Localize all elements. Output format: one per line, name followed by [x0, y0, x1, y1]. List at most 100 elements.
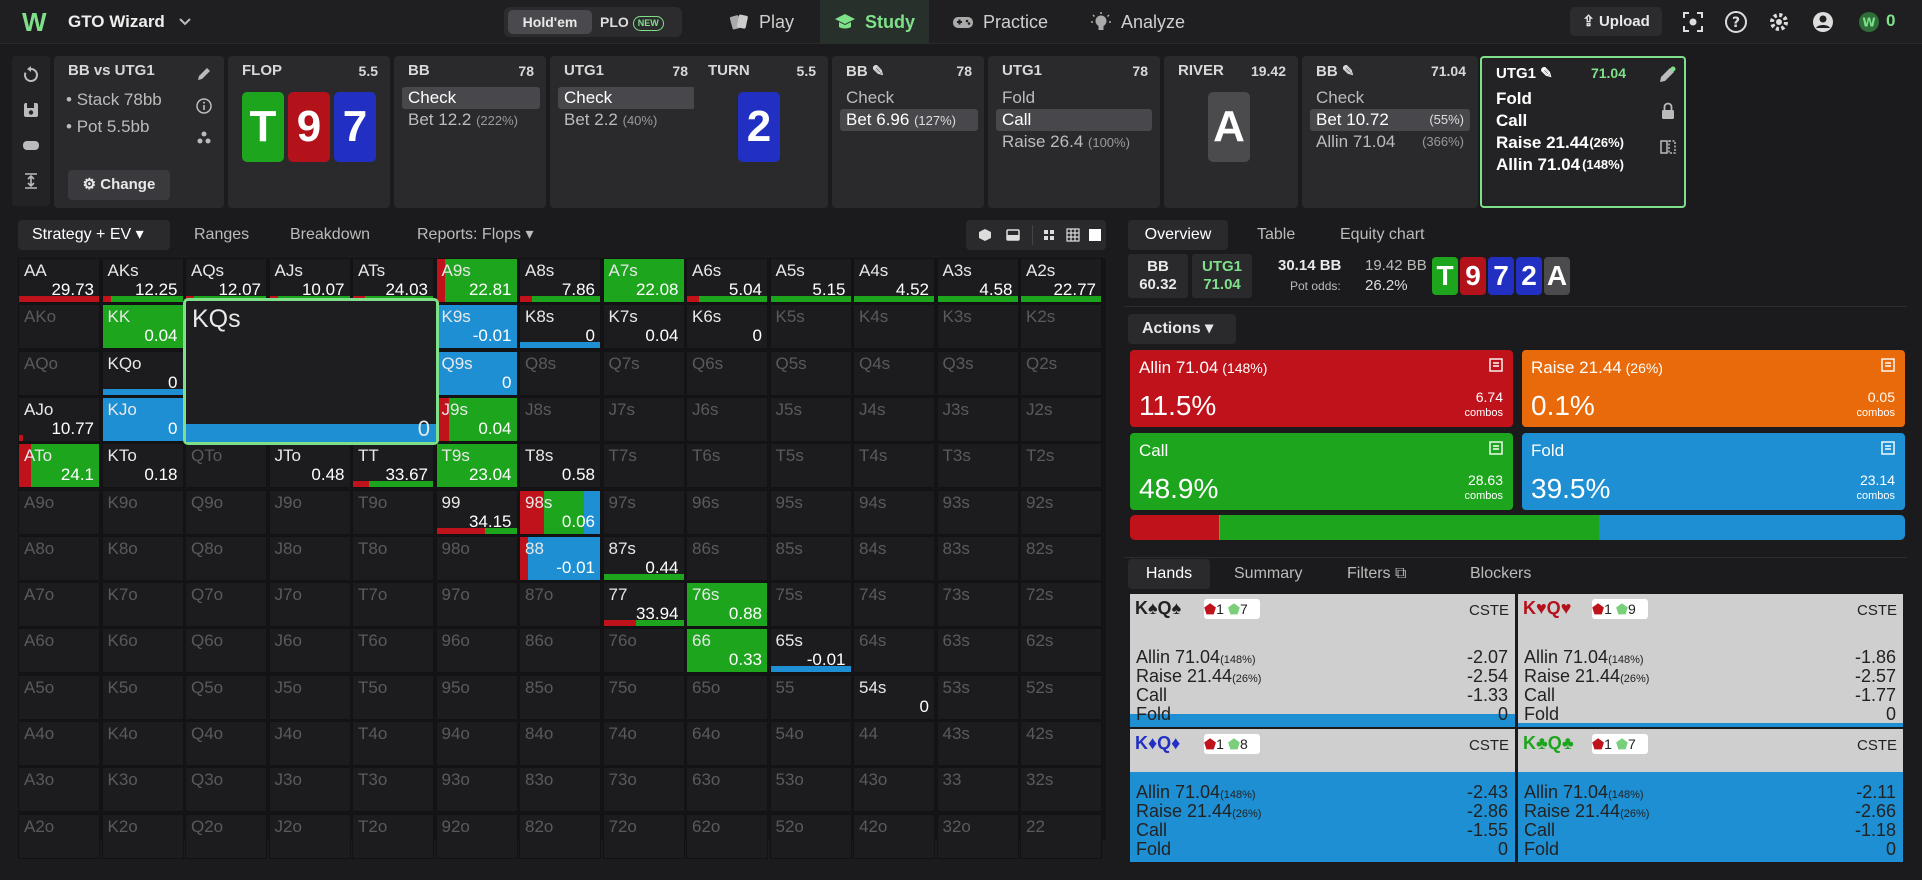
tab-filters[interactable]: Filters ⧉	[1347, 559, 1406, 589]
hand-cell[interactable]: K8o	[101, 535, 184, 581]
hand-cell[interactable]: T4o	[352, 721, 434, 766]
hand-cell[interactable]: AJs 10.07	[268, 258, 351, 303]
hand-cell[interactable]: J6o	[268, 628, 351, 674]
upload-button[interactable]: ⇪ Upload	[1570, 7, 1662, 36]
tab-equity-chart[interactable]: Equity chart	[1340, 220, 1424, 250]
holdem-toggle-button[interactable]: Hold'em	[508, 10, 592, 34]
hand-cell[interactable]: 52s	[1020, 674, 1102, 720]
hand-cell[interactable]: K8s 0	[519, 304, 601, 350]
hand-cell[interactable]: 87o	[519, 582, 601, 628]
hand-cell[interactable]: 96s	[686, 489, 768, 535]
hand-cell[interactable]: 86o	[519, 628, 601, 674]
hand-cell[interactable]: A9s 22.81	[435, 258, 518, 303]
tab-ranges[interactable]: Ranges	[194, 220, 249, 250]
hand-cell[interactable]: J5s	[769, 396, 852, 442]
action-option[interactable]: Check	[558, 87, 696, 109]
hand-cell[interactable]: J9o	[268, 489, 351, 535]
hand-cell[interactable]: T3s	[936, 443, 1019, 489]
hand-cell[interactable]: J3o	[268, 767, 351, 813]
hand-cell[interactable]: A2o	[18, 813, 100, 859]
hand-cell[interactable]: 84s	[853, 535, 935, 581]
hand-cell[interactable]: 53o	[769, 767, 852, 813]
hand-cell[interactable]: Q5s	[769, 350, 852, 396]
tab-strategy-ev[interactable]: Strategy + EV ▾	[18, 220, 170, 250]
hand-cell[interactable]: A6o	[18, 628, 100, 674]
hand-cell[interactable]: 43o	[853, 767, 935, 813]
hand-cell[interactable]: 96o	[435, 628, 518, 674]
hand-cell[interactable]: K2s	[1020, 304, 1102, 350]
action-option[interactable]: Bet 2.2 (40%)	[558, 109, 696, 131]
hand-cell[interactable]: J4o	[268, 721, 351, 766]
hand-cell[interactable]: T8o	[352, 535, 434, 581]
hand-cell[interactable]: 73o	[602, 767, 685, 813]
hand-cell[interactable]: 42o	[853, 813, 935, 859]
gear-icon[interactable]	[1767, 10, 1791, 34]
brand-name[interactable]: GTO Wizard	[68, 12, 165, 32]
hand-cell[interactable]: 98s 0.06	[519, 489, 601, 535]
hand-cell[interactable]: Q3s	[936, 350, 1019, 396]
hand-cell[interactable]: AJo 10.77	[18, 396, 100, 442]
hand-cell[interactable]: ATo 24.1	[18, 443, 100, 489]
hand-cell[interactable]: 73s	[936, 582, 1019, 628]
hand-cell[interactable]: 75o	[602, 674, 685, 720]
grid-small-icon[interactable]	[1042, 228, 1056, 242]
hand-cell[interactable]: J7s	[602, 396, 685, 442]
hand-cell[interactable]: Q2s	[1020, 350, 1102, 396]
collapse-icon[interactable]	[22, 172, 40, 190]
hand-cell[interactable]: 75s	[769, 582, 852, 628]
action-option[interactable]: Call	[1490, 110, 1628, 132]
hand-cell[interactable]: K4o	[101, 721, 184, 766]
hand-cell[interactable]: 95s	[769, 489, 852, 535]
hand-cell[interactable]: A2s 22.77	[1020, 258, 1102, 303]
action-card[interactable]: Raise 21.44 (26%) 0.1% 0.05 combos	[1522, 350, 1905, 427]
hand-cell[interactable]: A6s 5.04	[686, 258, 768, 303]
hand-cell[interactable]: 54s 0	[853, 674, 935, 720]
hand-cell[interactable]: T8s 0.58	[519, 443, 601, 489]
hand-cell[interactable]: 83o	[519, 767, 601, 813]
hand-cell[interactable]: 22	[1020, 813, 1102, 859]
tab-breakdown[interactable]: Breakdown	[290, 220, 370, 250]
action-card[interactable]: Fold 39.5% 23.14 combos	[1522, 433, 1905, 510]
hand-cell[interactable]: J8s	[519, 396, 601, 442]
action-option[interactable]: Fold	[996, 87, 1152, 109]
hand-cell[interactable]: 99 34.15	[435, 489, 518, 535]
nav-practice[interactable]: Practice	[952, 0, 1048, 44]
hand-cell[interactable]: T3o	[352, 767, 434, 813]
hand-cell[interactable]: K2o	[101, 813, 184, 859]
hand-cell[interactable]: 88 -0.01	[519, 535, 601, 581]
nodes-icon[interactable]	[196, 130, 212, 146]
chevron-down-icon[interactable]	[178, 14, 192, 28]
hand-cell[interactable]: 95o	[435, 674, 518, 720]
hand-cell[interactable]: 74o	[602, 721, 685, 766]
hand-cell[interactable]: 92o	[435, 813, 518, 859]
details-icon[interactable]	[1489, 441, 1503, 455]
action-option[interactable]: Allin 71.04 (366%)	[1310, 131, 1470, 153]
single-view-icon[interactable]	[1088, 228, 1102, 242]
hand-cell[interactable]: K5s	[769, 304, 852, 350]
hand-combo-card[interactable]: K♥Q♥ ⬟1 ⬟9 CSTE Allin 71.04(148%) -1.86 Raise…	[1518, 594, 1903, 727]
hand-cell[interactable]: K3o	[101, 767, 184, 813]
hand-cell[interactable]: 44	[853, 721, 935, 766]
plo-toggle-button[interactable]: PLO NEW	[600, 10, 678, 34]
hand-cell[interactable]: 82o	[519, 813, 601, 859]
hand-cell[interactable]: 32s	[1020, 767, 1102, 813]
pencil-icon[interactable]	[1658, 66, 1676, 84]
action-option[interactable]: Bet 12.2 (222%)	[402, 109, 540, 131]
action-card[interactable]: Call 48.9% 28.63 combos	[1130, 433, 1513, 510]
details-icon[interactable]	[1881, 358, 1895, 372]
hand-cell[interactable]: T9s 23.04	[435, 443, 518, 489]
hand-cell[interactable]: K6s 0	[686, 304, 768, 350]
hand-cell[interactable]: A7s 22.08	[602, 258, 685, 303]
info-icon[interactable]	[196, 98, 212, 114]
hand-cell[interactable]: 76s 0.88	[686, 582, 768, 628]
tab-blockers[interactable]: Blockers	[1470, 559, 1531, 589]
action-option[interactable]: Raise 21.44 (26%)	[1490, 132, 1628, 154]
hand-cell[interactable]: AKo	[18, 304, 100, 350]
tab-table[interactable]: Table	[1257, 220, 1295, 250]
hand-cell[interactable]: A8s 7.86	[519, 258, 601, 303]
action-option[interactable]: Check	[840, 87, 978, 109]
screenshot-scan-icon[interactable]	[1681, 10, 1705, 34]
hand-cell[interactable]: Q4s	[853, 350, 935, 396]
hand-cell[interactable]: Q9o	[185, 489, 267, 535]
flop-panel[interactable]: FLOP 5.5 T 9 7	[228, 56, 390, 208]
